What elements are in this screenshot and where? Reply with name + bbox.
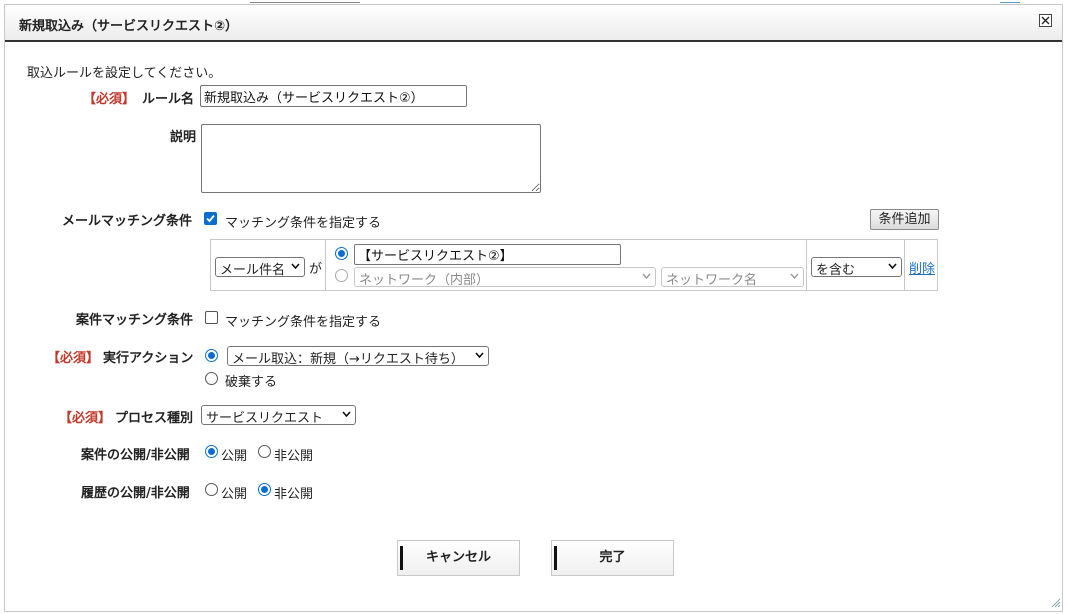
case-private-radio[interactable] xyxy=(258,445,271,458)
condition-network-radio[interactable] xyxy=(335,269,348,282)
checkmark-icon xyxy=(206,214,215,223)
background-fragment xyxy=(250,0,360,3)
condition-text-input[interactable] xyxy=(354,244,621,265)
process-type-select[interactable]: サービスリクエスト xyxy=(201,405,356,425)
case-public-radio[interactable] xyxy=(205,445,218,458)
condition-field-value: メール件名 xyxy=(220,263,286,277)
cancel-button[interactable]: キャンセル xyxy=(397,540,520,576)
description-textarea[interactable] xyxy=(201,124,541,193)
network-select[interactable]: ネットワーク（内部） xyxy=(354,267,656,287)
chevron-down-icon xyxy=(888,263,897,269)
history-public-radio[interactable] xyxy=(205,483,218,496)
delete-condition-link[interactable]: 削除 xyxy=(909,258,935,277)
condition-operator-select[interactable]: を含む xyxy=(811,257,902,277)
chevron-down-icon xyxy=(790,273,799,279)
chevron-down-icon xyxy=(642,273,651,279)
case-matching-checkbox-label: マッチング条件を指定する xyxy=(225,315,382,330)
action-discard-radio[interactable] xyxy=(205,372,218,385)
case-public-label: 公開 xyxy=(221,449,248,464)
history-visibility-label: 履歴の公開/非公開 xyxy=(81,486,190,501)
history-public-label: 公開 xyxy=(221,487,248,502)
done-button[interactable]: 完了 xyxy=(551,540,674,576)
cancel-button-label: キャンセル xyxy=(425,550,491,565)
close-button[interactable] xyxy=(1039,14,1052,27)
mail-matching-checkbox-label: マッチング条件を指定する xyxy=(225,216,382,231)
cell-divider xyxy=(806,240,807,290)
chevron-down-icon xyxy=(291,263,300,269)
network-name-select-value: ネットワーク名 xyxy=(666,273,758,287)
close-icon xyxy=(1041,16,1050,25)
required-mark: 【必須】 xyxy=(83,92,136,107)
add-condition-button[interactable]: 条件追加 xyxy=(870,209,939,230)
condition-table: メール件名 が ネットワーク（内部） ネットワーク名 を含む 削除 xyxy=(210,239,938,291)
network-name-select[interactable]: ネットワーク名 xyxy=(661,267,804,287)
case-matching-checkbox[interactable] xyxy=(205,311,218,324)
background-link-fragment xyxy=(1000,0,1020,3)
chevron-down-icon xyxy=(475,352,484,358)
network-select-value: ネットワーク（内部） xyxy=(359,273,490,287)
condition-particle: が xyxy=(309,262,323,277)
required-mark: 【必須】 xyxy=(59,411,112,426)
dialog-title: 新規取込み（サービスリクエスト②） xyxy=(19,19,239,34)
required-mark: 【必須】 xyxy=(47,351,100,366)
description-label: 説明 xyxy=(170,130,197,145)
intro-text: 取込ルールを設定してください。 xyxy=(27,66,222,81)
action-discard-label: 破棄する xyxy=(225,375,278,390)
rule-name-label: ルール名 xyxy=(142,92,195,107)
history-private-radio[interactable] xyxy=(258,483,271,496)
process-type-value: サービスリクエスト xyxy=(206,411,324,425)
process-type-label: プロセス種別 xyxy=(115,411,194,426)
mail-matching-label: メールマッチング条件 xyxy=(62,214,193,229)
action-import-radio[interactable] xyxy=(205,349,218,362)
cell-divider xyxy=(904,240,905,290)
mail-matching-checkbox[interactable] xyxy=(204,212,217,225)
condition-field-select[interactable]: メール件名 xyxy=(215,257,305,277)
done-button-label: 完了 xyxy=(599,550,626,565)
case-private-label: 非公開 xyxy=(274,449,314,464)
case-visibility-label: 案件の公開/非公開 xyxy=(81,448,190,463)
rule-dialog: 新規取込み（サービスリクエスト②） 取込ルールを設定してください。 【必須】 ル… xyxy=(4,4,1063,612)
chevron-down-icon xyxy=(342,411,351,417)
condition-text-radio[interactable] xyxy=(335,247,348,260)
condition-operator-value: を含む xyxy=(816,263,856,277)
action-label: 実行アクション xyxy=(103,351,194,366)
resize-grip-icon[interactable] xyxy=(1051,598,1061,608)
dialog-titlebar: 新規取込み（サービスリクエスト②） xyxy=(5,5,1062,42)
rule-name-input[interactable] xyxy=(200,85,467,107)
action-select[interactable]: メール取込：新規（→リクエスト待ち） xyxy=(227,346,489,366)
cell-divider xyxy=(325,240,326,290)
history-private-label: 非公開 xyxy=(274,487,314,502)
action-select-value: メール取込：新規（→リクエスト待ち） xyxy=(232,352,464,366)
case-matching-label: 案件マッチング条件 xyxy=(76,313,194,328)
